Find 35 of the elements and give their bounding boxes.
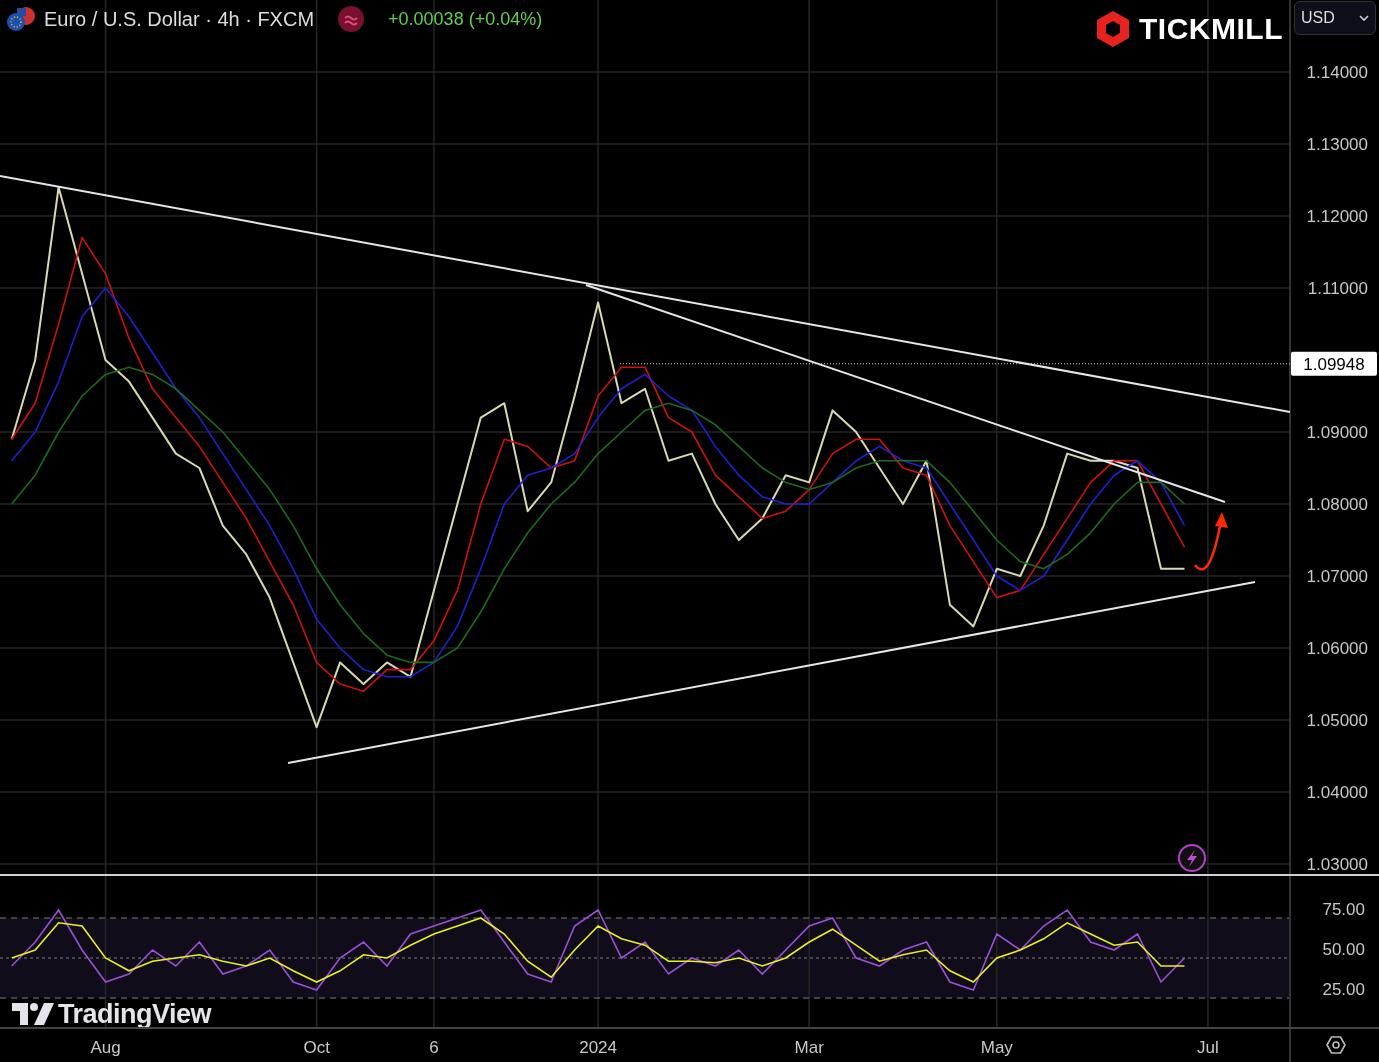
curved-arrow: [1194, 512, 1228, 571]
price-axis-label: 1.05000: [1306, 711, 1368, 730]
price-axis-label: 1.06000: [1306, 639, 1368, 658]
lightning-icon: [1178, 844, 1206, 872]
price-axis-label: 1.14000: [1306, 63, 1368, 82]
price-axis-label: 1.04000: [1306, 783, 1368, 802]
time-axis-label: 6: [429, 1038, 439, 1057]
price-axis-label: 1.08000: [1306, 495, 1368, 514]
rsi-axis-label: 75.00: [1322, 900, 1365, 919]
currency-flags-icon: [6, 6, 36, 32]
chevron-down-icon: [1359, 14, 1369, 22]
time-axis-label: Jul: [1197, 1038, 1219, 1057]
hexagon-logo-icon: [1095, 9, 1132, 48]
time-axis-label: Aug: [90, 1038, 121, 1057]
price-axis-label: 1.09000: [1306, 423, 1368, 442]
rsi-axis-label: 25.00: [1322, 980, 1365, 999]
settings-icon: [1326, 1036, 1346, 1054]
price-axis-label: 1.03000: [1306, 855, 1368, 874]
time-axis-label: Mar: [794, 1038, 824, 1057]
rsi-axis-label: 50.00: [1322, 940, 1365, 959]
price-axis-label: 1.13000: [1306, 135, 1368, 154]
symbol-title: Euro / U.S. Dollar · 4h · FXCM: [44, 7, 315, 32]
currency-select[interactable]: USD: [1294, 1, 1376, 35]
price-change: +0.00038 (+0.04%): [388, 7, 543, 31]
tradingview-logo-text: TradingView: [58, 998, 212, 1031]
time-axis-label: May: [980, 1038, 1013, 1057]
price-axis-label: 1.12000: [1306, 207, 1368, 226]
time-axis-label: 2024: [579, 1038, 617, 1057]
price-tag: 1.09948: [1291, 351, 1377, 376]
price-axis-label: 1.11000: [1307, 279, 1368, 298]
broker-logo-text: TICKMILL: [1139, 11, 1283, 47]
time-axis-label: Oct: [303, 1038, 330, 1057]
tradingview-logo-icon: [12, 1003, 54, 1026]
price-axis-label: 1.07000: [1306, 567, 1368, 586]
waves-icon: [338, 6, 365, 32]
